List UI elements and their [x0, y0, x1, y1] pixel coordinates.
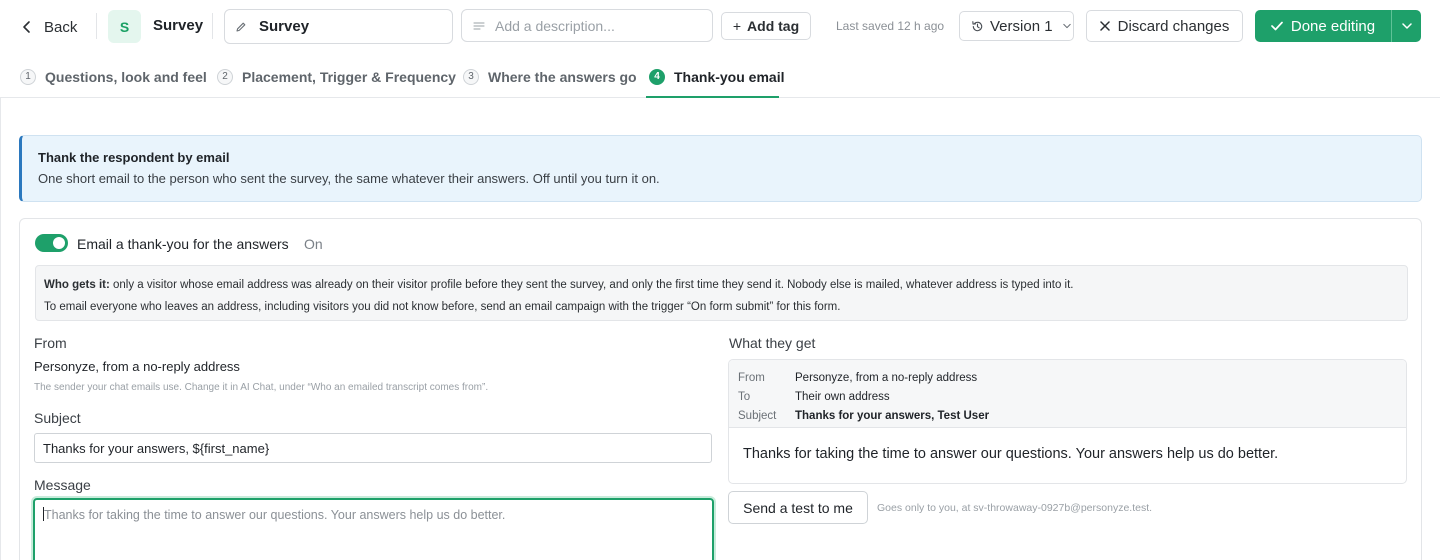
active-tab-indicator	[646, 96, 779, 98]
pencil-icon	[236, 22, 246, 32]
toggle-label: Email a thank-you for the answers	[77, 236, 289, 252]
plus-icon: +	[732, 18, 742, 34]
note-text-1: only a visitor whose email address was a…	[109, 279, 1074, 291]
tab-label: Thank-you email	[674, 68, 785, 85]
discard-label: Discard changes	[1117, 17, 1230, 35]
divider	[96, 13, 97, 39]
toggle-knob	[53, 237, 65, 249]
description-input[interactable]: Add a description...	[461, 9, 713, 42]
email-preview: From Personyze, from a no-reply address …	[728, 359, 1407, 484]
preview-to-value: Their own address	[795, 390, 890, 403]
message-value: Thanks for taking the time to answer our…	[44, 508, 506, 522]
preview-body: Thanks for taking the time to answer our…	[743, 446, 1279, 462]
thank-you-email-card: Email a thank-you for the answers On Who…	[19, 218, 1422, 560]
info-callout: Thank the respondent by email One short …	[19, 135, 1422, 202]
preview-subject-row: Subject Thanks for your answers, Test Us…	[738, 406, 1397, 425]
preview-subject-key: Subject	[738, 409, 777, 422]
preview-from-value: Personyze, from a no-reply address	[795, 371, 978, 384]
send-test-button[interactable]: Send a test to me	[728, 491, 868, 524]
text-lines-icon	[473, 21, 485, 30]
add-tag-label: Add tag	[747, 18, 800, 34]
preview-from-key: From	[738, 371, 765, 384]
note-lead: Who gets it:	[44, 279, 110, 291]
subject-value: Thanks for your answers, ${first_name}	[43, 440, 270, 456]
preview-header: From Personyze, from a no-reply address …	[729, 360, 1406, 428]
preview-from-row: From Personyze, from a no-reply address	[738, 368, 1397, 387]
preview-to-key: To	[738, 390, 751, 403]
note-line-2: To email everyone who leaves an address,…	[44, 301, 841, 313]
back-button[interactable]: Back	[22, 16, 77, 38]
preview-title: What they get	[729, 335, 816, 351]
from-label: From	[34, 335, 67, 351]
tab-label: Where the answers go	[488, 68, 637, 85]
from-value: Personyze, from a no-reply address	[34, 359, 240, 374]
survey-name-value: Survey	[259, 18, 310, 35]
last-saved-status: Last saved 12 h ago	[836, 19, 945, 33]
tab-number: 3	[463, 68, 479, 85]
survey-name-input[interactable]: Survey	[224, 9, 453, 44]
recipient-note: Who gets it: only a visitor whose email …	[35, 265, 1408, 321]
app-avatar: S	[108, 10, 141, 43]
step-tabs: 1 Questions, look and feel 2 Placement, …	[0, 55, 1440, 98]
subject-input[interactable]: Thanks for your answers, ${first_name}	[34, 433, 712, 463]
subject-label: Subject	[34, 410, 81, 426]
version-dropdown[interactable]: Version 1	[959, 11, 1074, 41]
done-options-button[interactable]	[1391, 10, 1421, 42]
divider	[212, 13, 213, 39]
preview-to-row: To Their own address	[738, 387, 1397, 406]
close-icon	[1099, 21, 1110, 31]
toggle-state: On	[304, 236, 323, 252]
tab-placement[interactable]: 2 Placement, Trigger & Frequency	[217, 55, 456, 98]
back-label: Back	[44, 18, 78, 36]
callout-title: Thank the respondent by email	[38, 150, 230, 165]
callout-text: One short email to the person who sent t…	[38, 171, 660, 186]
tab-answers-destination[interactable]: 3 Where the answers go	[463, 55, 637, 98]
message-textarea[interactable]: Thanks for taking the time to answer our…	[33, 498, 714, 560]
message-label: Message	[34, 477, 91, 493]
tab-number: 4	[649, 68, 665, 85]
app-name: Survey	[153, 17, 204, 34]
tab-thank-you-email[interactable]: 4 Thank-you email	[649, 55, 784, 98]
history-icon	[972, 20, 983, 31]
done-label: Done editing	[1290, 17, 1376, 35]
top-bar: Back S Survey Survey Add a description..…	[0, 0, 1440, 53]
thank-you-toggle[interactable]	[35, 234, 68, 252]
tab-label: Questions, look and feel	[45, 68, 207, 85]
version-label: Version 1	[990, 17, 1053, 35]
preview-subject-value: Thanks for your answers, Test User	[795, 409, 990, 422]
from-hint: The sender your chat emails use. Change …	[34, 382, 489, 393]
chevron-down-icon	[1401, 23, 1412, 29]
note-line-1: Who gets it: only a visitor whose email …	[44, 274, 1399, 296]
chevron-down-icon	[1062, 23, 1071, 29]
left-border	[0, 98, 1, 560]
done-editing-button[interactable]: Done editing	[1255, 10, 1391, 42]
tab-number: 2	[217, 68, 233, 85]
tab-number: 1	[20, 68, 36, 85]
chevron-left-icon	[23, 21, 30, 33]
tab-questions[interactable]: 1 Questions, look and feel	[20, 55, 207, 98]
check-icon	[1271, 21, 1283, 31]
add-tag-button[interactable]: + Add tag	[721, 12, 811, 40]
tab-label: Placement, Trigger & Frequency	[242, 68, 456, 85]
discard-changes-button[interactable]: Discard changes	[1086, 10, 1243, 42]
description-placeholder: Add a description...	[495, 17, 615, 34]
send-test-hint: Goes only to you, at sv-throwaway-0927b@…	[877, 502, 1153, 514]
